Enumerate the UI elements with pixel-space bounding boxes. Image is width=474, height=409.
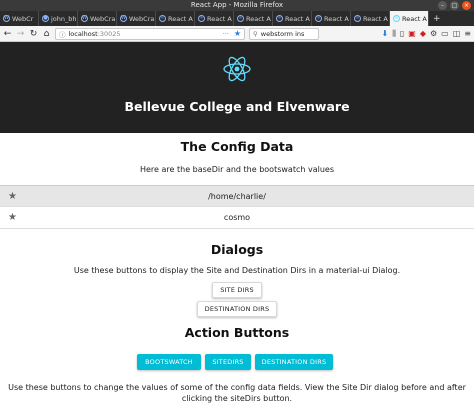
app-header: Bellevue College and Elvenware <box>0 42 474 133</box>
url-bar[interactable]: ⓘ localhost:30025 ··· ★ <box>55 27 245 40</box>
list-item-bootswatch[interactable]: ★ cosmo <box>0 207 474 229</box>
tab-label: React A <box>207 14 232 23</box>
actions-heading: Action Buttons <box>184 325 290 340</box>
star-icon: ★ <box>8 190 17 202</box>
screenshot-icon[interactable]: ▭ <box>441 29 449 39</box>
react-favicon-icon: ⚛ <box>315 15 322 22</box>
search-bar[interactable]: ⚲ webstorm ins <box>249 27 319 40</box>
pocket-icon[interactable]: ◆ <box>420 29 426 39</box>
window-controls: – □ × <box>438 1 471 10</box>
browser-tab[interactable]: ⚛ React A <box>195 11 234 26</box>
actions-description: Use these buttons to change the values o… <box>8 383 466 403</box>
react-favicon-icon: ⚛ <box>159 15 166 22</box>
config-heading: The Config Data <box>180 139 294 154</box>
container-icon[interactable]: ◫ <box>453 29 461 39</box>
minimize-icon[interactable]: – <box>438 1 447 10</box>
bookmark-star-icon[interactable]: ★ <box>234 29 241 38</box>
forward-icon[interactable]: → <box>16 29 25 39</box>
bootswatch-value: cosmo <box>223 213 251 222</box>
tab-label: React A <box>402 14 427 23</box>
window-titlebar: React App - Mozilla Firefox – □ × <box>0 0 474 11</box>
sitedirs-button[interactable]: SITEDIRS <box>205 354 251 370</box>
webstorm-favicon-icon: W <box>3 15 10 22</box>
destination-dirs-action-button[interactable]: DESTINATION DIRS <box>255 354 333 370</box>
dialogs-description: Use these buttons to display the Site an… <box>73 266 401 275</box>
browser-tab[interactable]: ● john_bh <box>39 11 78 26</box>
library-icon[interactable]: ⫼ <box>392 29 396 39</box>
page-actions-icon[interactable]: ··· <box>223 30 229 38</box>
url-host: localhost <box>68 29 98 38</box>
browser-tab[interactable]: W WebCr <box>0 11 39 26</box>
webstorm-favicon-icon: W <box>120 15 127 22</box>
extension-icon[interactable]: ⚙ <box>430 29 437 39</box>
react-favicon-icon: ⚛ <box>393 15 400 22</box>
dialogs-heading: Dialogs <box>210 242 264 257</box>
destination-dirs-button[interactable]: DESTINATION DIRS <box>197 301 277 317</box>
tab-label: React A <box>246 14 271 23</box>
webstorm-favicon-icon: W <box>81 15 88 22</box>
sidebar-icon[interactable]: ▯ <box>400 29 404 39</box>
tab-label: React A <box>363 14 388 23</box>
browser-tab[interactable]: ⚛ React A <box>312 11 351 26</box>
tab-label: React A <box>168 14 193 23</box>
browser-tab[interactable]: ⚛ React A <box>234 11 273 26</box>
browser-tab-strip: W WebCr ● john_bh W WebCra W WebCra ⚛ React A… <box>0 11 474 26</box>
react-favicon-icon: ⚛ <box>354 15 361 22</box>
browser-tab[interactable]: W WebCra <box>78 11 117 26</box>
browser-tab[interactable]: ⚛ React A <box>156 11 195 26</box>
new-tab-icon[interactable]: + <box>429 11 441 26</box>
browser-tab[interactable]: ⚛ React A <box>273 11 312 26</box>
browser-tab[interactable]: W WebCra <box>117 11 156 26</box>
star-icon: ★ <box>8 212 17 223</box>
tab-label: john_bh <box>51 14 77 23</box>
home-icon[interactable]: ⌂ <box>42 29 51 39</box>
back-icon[interactable]: ← <box>3 29 12 39</box>
tab-label: React A <box>285 14 310 23</box>
search-input-text: webstorm ins <box>260 29 305 38</box>
react-logo-icon <box>223 56 251 82</box>
url-port: :30025 <box>97 29 121 38</box>
window-title: React App - Mozilla Firefox <box>190 1 284 9</box>
info-icon[interactable]: ⓘ <box>59 29 66 39</box>
bootswatch-button[interactable]: BOOTSWATCH <box>137 354 201 370</box>
site-dirs-button[interactable]: SITE DIRS <box>212 282 262 298</box>
browser-tab[interactable]: ⚛ React A <box>351 11 390 26</box>
basedir-value: /home/charlie/ <box>208 191 266 201</box>
menu-icon[interactable]: ≡ <box>464 29 471 39</box>
react-favicon-icon: ⚛ <box>237 15 244 22</box>
navigation-toolbar: ← → ↻ ⌂ ⓘ localhost:30025 ··· ★ ⚲ websto… <box>0 26 474 42</box>
search-icon: ⚲ <box>253 29 258 38</box>
tab-label: WebCr <box>12 14 34 23</box>
config-description: Here are the baseDir and the bootswatch … <box>139 165 334 174</box>
tab-label: React A <box>324 14 349 23</box>
tab-label: WebCra <box>90 14 116 23</box>
extension-red-icon[interactable]: ▣ <box>408 29 416 39</box>
toolbar-icons: ⬇ ⫼ ▯ ▣ ◆ ⚙ ▭ ◫ ≡ <box>381 29 471 39</box>
browser-tab-active[interactable]: ⚛React A× <box>390 11 429 26</box>
app-title: Bellevue College and Elvenware <box>124 99 350 114</box>
download-icon[interactable]: ⬇ <box>381 29 388 39</box>
react-favicon-icon: ⚛ <box>276 15 283 22</box>
reload-icon[interactable]: ↻ <box>29 29 38 39</box>
github-favicon-icon: ● <box>42 15 49 22</box>
close-window-icon[interactable]: × <box>462 1 471 10</box>
maximize-icon[interactable]: □ <box>450 1 459 10</box>
react-favicon-icon: ⚛ <box>198 15 205 22</box>
list-item-basedir[interactable]: ★ /home/charlie/ <box>0 185 474 207</box>
tab-label: WebCra <box>129 14 155 23</box>
